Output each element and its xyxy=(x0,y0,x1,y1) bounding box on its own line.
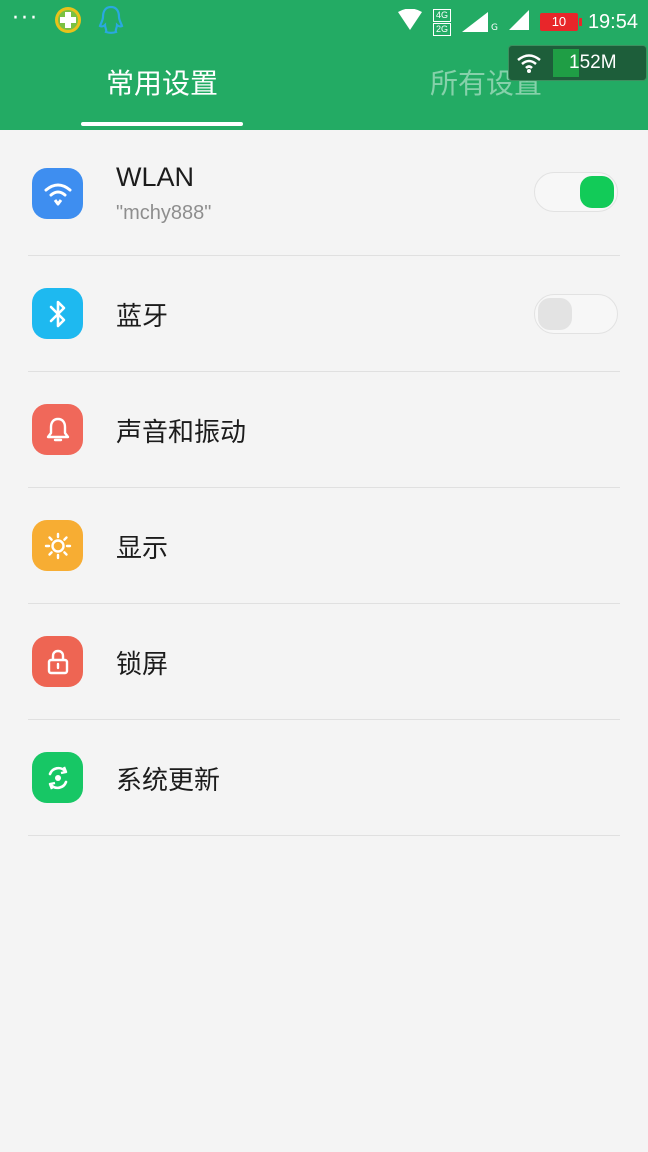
brightness-icon xyxy=(32,520,83,571)
settings-list: WLAN "mchy888" 蓝牙 声音和振动 显示 锁屏 系统更新 xyxy=(0,130,648,836)
divider xyxy=(28,835,620,836)
bluetooth-toggle[interactable] xyxy=(534,294,618,334)
setting-row-sound[interactable]: 声音和振动 xyxy=(0,372,648,488)
tab-common-settings[interactable]: 常用设置 xyxy=(0,62,324,102)
security-app-icon xyxy=(53,5,83,39)
network-speed-overlay[interactable]: 152M xyxy=(508,45,647,81)
app-header: ··· 4G 2G G 10 19:54 常用设置 所有设置 152M xyxy=(0,0,648,130)
status-bar: ··· 4G 2G G 10 19:54 xyxy=(0,0,648,44)
setting-row-wlan[interactable]: WLAN "mchy888" xyxy=(0,130,648,256)
wifi-icon xyxy=(509,52,549,74)
setting-label: 系统更新 xyxy=(116,766,221,796)
setting-label: 显示 xyxy=(116,534,169,564)
wifi-network-name: "mchy888" xyxy=(116,202,212,224)
setting-row-display[interactable]: 显示 xyxy=(0,488,648,604)
toggle-knob xyxy=(580,176,614,208)
battery-icon: 10 xyxy=(539,13,582,31)
network-type-icon: 4G 2G xyxy=(432,8,451,36)
bluetooth-icon xyxy=(32,288,83,339)
cell-signal-icon: G xyxy=(461,11,498,33)
setting-label: 声音和振动 xyxy=(116,418,247,448)
setting-row-lock-screen[interactable]: 锁屏 xyxy=(0,604,648,720)
active-tab-indicator xyxy=(81,122,243,126)
update-icon xyxy=(32,752,83,803)
setting-label: 蓝牙 xyxy=(116,302,169,332)
qq-penguin-icon xyxy=(97,4,125,40)
bell-icon xyxy=(32,404,83,455)
wifi-icon xyxy=(32,168,83,219)
lock-icon xyxy=(32,636,83,687)
toggle-knob xyxy=(538,298,572,330)
network-speed: 152M xyxy=(569,52,617,73)
clock: 19:54 xyxy=(587,10,638,33)
more-dots-icon: ··· xyxy=(12,6,39,31)
wlan-toggle[interactable] xyxy=(534,172,618,212)
setting-row-bluetooth[interactable]: 蓝牙 xyxy=(0,256,648,372)
setting-label: 锁屏 xyxy=(116,650,169,680)
setting-row-system-update[interactable]: 系统更新 xyxy=(0,720,648,836)
cell-signal-icon-2 xyxy=(508,9,530,35)
setting-label: WLAN xyxy=(116,162,195,192)
wifi-status-icon xyxy=(397,8,423,35)
